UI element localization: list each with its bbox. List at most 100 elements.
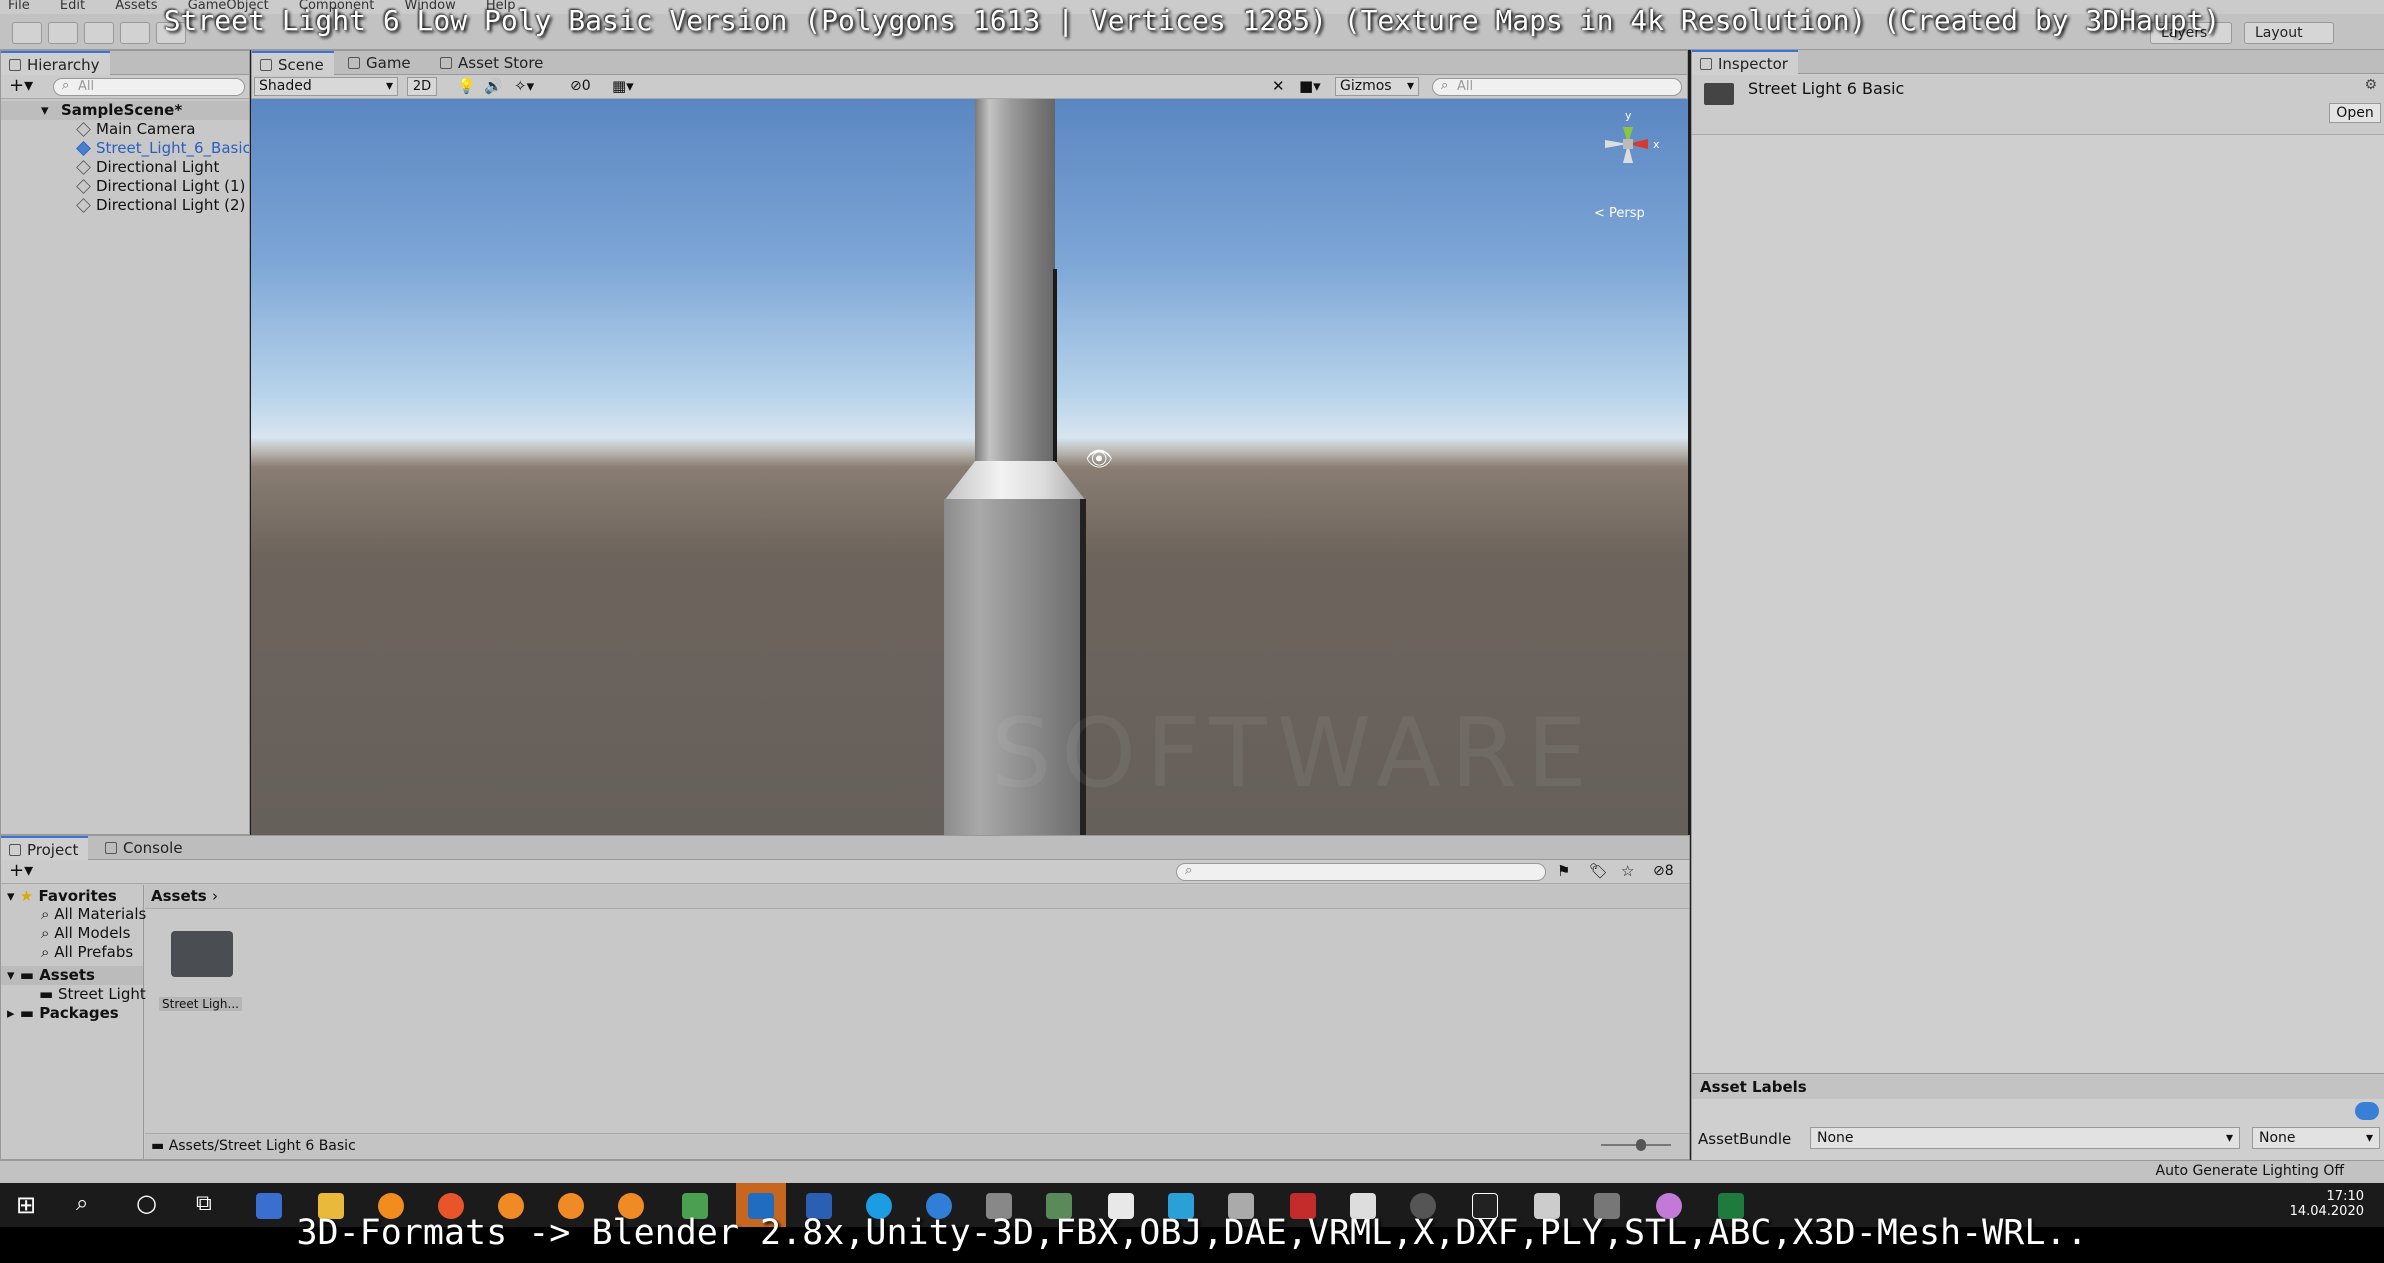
hierarchy-panel: Hierarchy +▾ All ▾ SampleScene* Main Cam… xyxy=(0,50,250,835)
grid-toggle-icon[interactable]: ▦▾ xyxy=(612,77,634,95)
project-path: Assets/Street Light 6 Basic xyxy=(168,1138,356,1154)
hidden-packages-toggle[interactable]: ⊘8 xyxy=(1653,863,1674,879)
inspector-tabbar: Inspector xyxy=(1692,50,2384,74)
street-light-pole-upper[interactable] xyxy=(975,99,1055,462)
hierarchy-item-label: Directional Light xyxy=(96,158,220,176)
eye-cursor-icon: 👁 xyxy=(1085,447,1113,472)
zoom-slider-handle[interactable] xyxy=(1636,1139,1646,1151)
favorites-label: Favorites xyxy=(38,887,117,905)
favorite-item[interactable]: ⌕ All Prefabs xyxy=(41,943,133,962)
hierarchy-item-label: Street_Light_6_BasicT xyxy=(96,139,250,157)
tab-asset-store[interactable]: Asset Store xyxy=(432,51,553,75)
open-button[interactable]: Open xyxy=(2329,103,2381,123)
game-icon xyxy=(348,57,360,69)
tab-project[interactable]: Project xyxy=(1,836,89,860)
scene-tabbar: Scene Game Asset Store xyxy=(252,51,1687,75)
settings-gear-icon[interactable]: ⚙ xyxy=(2364,77,2377,93)
tab-inspector-label: Inspector xyxy=(1718,55,1788,73)
project-toolbar: +▾ ⚑ 🏷 ☆ ⊘8 xyxy=(1,860,1689,884)
gameobject-icon xyxy=(76,179,91,194)
expand-arrow-icon[interactable]: ▾ xyxy=(7,887,15,905)
perspective-label[interactable]: < Persp xyxy=(1594,206,1645,221)
watermark-text: SOFTWARE xyxy=(991,699,1597,809)
scene-orientation-gizmo[interactable]: y x xyxy=(1583,109,1673,179)
expand-arrow-icon[interactable]: ▾ xyxy=(7,966,15,984)
assets-tree-row[interactable]: ▾ ▬ Assets xyxy=(1,966,143,985)
assets-tree-label: Assets xyxy=(39,966,95,984)
hierarchy-search-input[interactable]: All xyxy=(53,78,245,96)
grid-icon xyxy=(260,59,272,71)
favorite-star-icon[interactable]: ☆ xyxy=(1621,862,1634,880)
expand-arrow-icon[interactable]: ▾ xyxy=(41,101,49,120)
chevron-down-icon: ▾ xyxy=(1406,78,1414,94)
project-tree: ▾ ★ Favorites ⌕ All Materials ⌕ All Mode… xyxy=(1,885,146,1159)
shading-mode-dropdown[interactable]: Shaded ▾ xyxy=(254,77,398,96)
2d-toggle-button[interactable]: 2D xyxy=(407,77,437,96)
tab-hierarchy[interactable]: Hierarchy xyxy=(1,51,110,75)
hierarchy-item[interactable]: Directional Light xyxy=(76,158,220,177)
tab-console-label: Console xyxy=(123,839,183,857)
folder-icon: ▬ xyxy=(39,985,54,1003)
variant-value: None xyxy=(2259,1130,2296,1146)
add-icon[interactable]: +▾ xyxy=(9,860,33,881)
packages-tree-row[interactable]: ▸ ▬ Packages xyxy=(7,1004,119,1023)
effects-toggle-icon[interactable]: ✧▾ xyxy=(514,77,534,95)
favorite-item[interactable]: ⌕ All Materials xyxy=(41,905,146,924)
tools-icon[interactable]: ✕ xyxy=(1272,77,1285,95)
store-icon xyxy=(440,57,452,69)
video-title-overlay: Street Light 6 Low Poly Basic Version (P… xyxy=(163,4,2221,37)
tab-asset-store-label: Asset Store xyxy=(458,54,544,72)
filter-label-icon[interactable]: 🏷 xyxy=(1589,862,1608,880)
hierarchy-tabbar: Hierarchy xyxy=(1,51,249,75)
camera-icon[interactable]: ■▾ xyxy=(1299,77,1321,95)
hierarchy-item[interactable]: Directional Light (2) xyxy=(76,196,246,215)
hierarchy-item[interactable]: Street_Light_6_BasicT xyxy=(76,139,250,158)
x-axis-label: x xyxy=(1653,138,1660,151)
project-search-input[interactable] xyxy=(1176,863,1546,881)
street-light-pole-collar[interactable] xyxy=(944,461,1086,501)
scene-viewport[interactable]: 👁 y x < Persp SOFTWARE xyxy=(251,99,1688,835)
label-tag-icon[interactable] xyxy=(2355,1102,2379,1120)
gizmos-label: Gizmos xyxy=(1340,78,1392,94)
chevron-right-icon: › xyxy=(211,887,218,905)
info-icon xyxy=(1700,58,1712,70)
inspector-header: Street Light 6 Basic ⚙ Open xyxy=(1692,75,2384,135)
hierarchy-item-label: Directional Light (2) xyxy=(96,196,246,214)
expand-arrow-icon[interactable]: ▸ xyxy=(7,1004,15,1022)
folder-icon: ▬ xyxy=(19,966,34,984)
status-bar: Auto Generate Lighting Off xyxy=(0,1160,2384,1183)
favorite-item[interactable]: ⌕ All Models xyxy=(41,924,130,943)
status-text: Auto Generate Lighting Off xyxy=(2155,1163,2345,1179)
gizmo-center[interactable] xyxy=(1623,139,1633,149)
gameobject-icon xyxy=(76,160,91,175)
variant-dropdown[interactable]: None ▾ xyxy=(2252,1127,2380,1149)
favorites-row[interactable]: ▾ ★ Favorites xyxy=(7,887,117,906)
lighting-toggle-icon[interactable]: 💡 xyxy=(457,77,476,95)
scene-toolbar: Shaded ▾ 2D 💡 🔊 ✧▾ ⊘0 ▦▾ ✕ ■▾ Gizmos ▾ All xyxy=(252,75,1687,99)
asset-name: Street Light 6 Basic xyxy=(1748,79,1905,98)
hierarchy-item[interactable]: Main Camera xyxy=(76,120,196,139)
tab-game[interactable]: Game xyxy=(340,51,421,75)
scene-root-row[interactable]: ▾ SampleScene* xyxy=(1,101,249,120)
tab-inspector[interactable]: Inspector xyxy=(1692,50,1798,74)
breadcrumb-assets[interactable]: Assets xyxy=(151,887,207,905)
assetbundle-dropdown[interactable]: None ▾ xyxy=(1810,1127,2240,1149)
asset-folder-row[interactable]: ▬ Street Light xyxy=(39,985,146,1004)
gameobject-icon xyxy=(76,198,91,213)
gizmos-dropdown[interactable]: Gizmos ▾ xyxy=(1335,77,1419,96)
add-icon[interactable]: +▾ xyxy=(9,75,33,96)
hidden-objects-toggle[interactable]: ⊘0 xyxy=(570,78,591,94)
folder-label[interactable]: Street Ligh... xyxy=(159,997,242,1011)
folder-icon[interactable] xyxy=(171,931,233,977)
search-icon: ⌕ xyxy=(41,905,50,923)
tab-console[interactable]: Console xyxy=(97,836,193,860)
audio-toggle-icon[interactable]: 🔊 xyxy=(484,77,503,95)
folder-icon: ▬ xyxy=(19,1004,34,1022)
hidden-objects-count: 0 xyxy=(581,78,591,94)
hierarchy-item-label: Main Camera xyxy=(96,120,196,138)
hierarchy-item[interactable]: Directional Light (1) xyxy=(76,177,245,196)
tab-scene[interactable]: Scene xyxy=(252,51,334,75)
chevron-down-icon: ▾ xyxy=(2225,1130,2233,1146)
filter-type-icon[interactable]: ⚑ xyxy=(1557,862,1570,880)
scene-search-input[interactable]: All xyxy=(1432,78,1682,96)
